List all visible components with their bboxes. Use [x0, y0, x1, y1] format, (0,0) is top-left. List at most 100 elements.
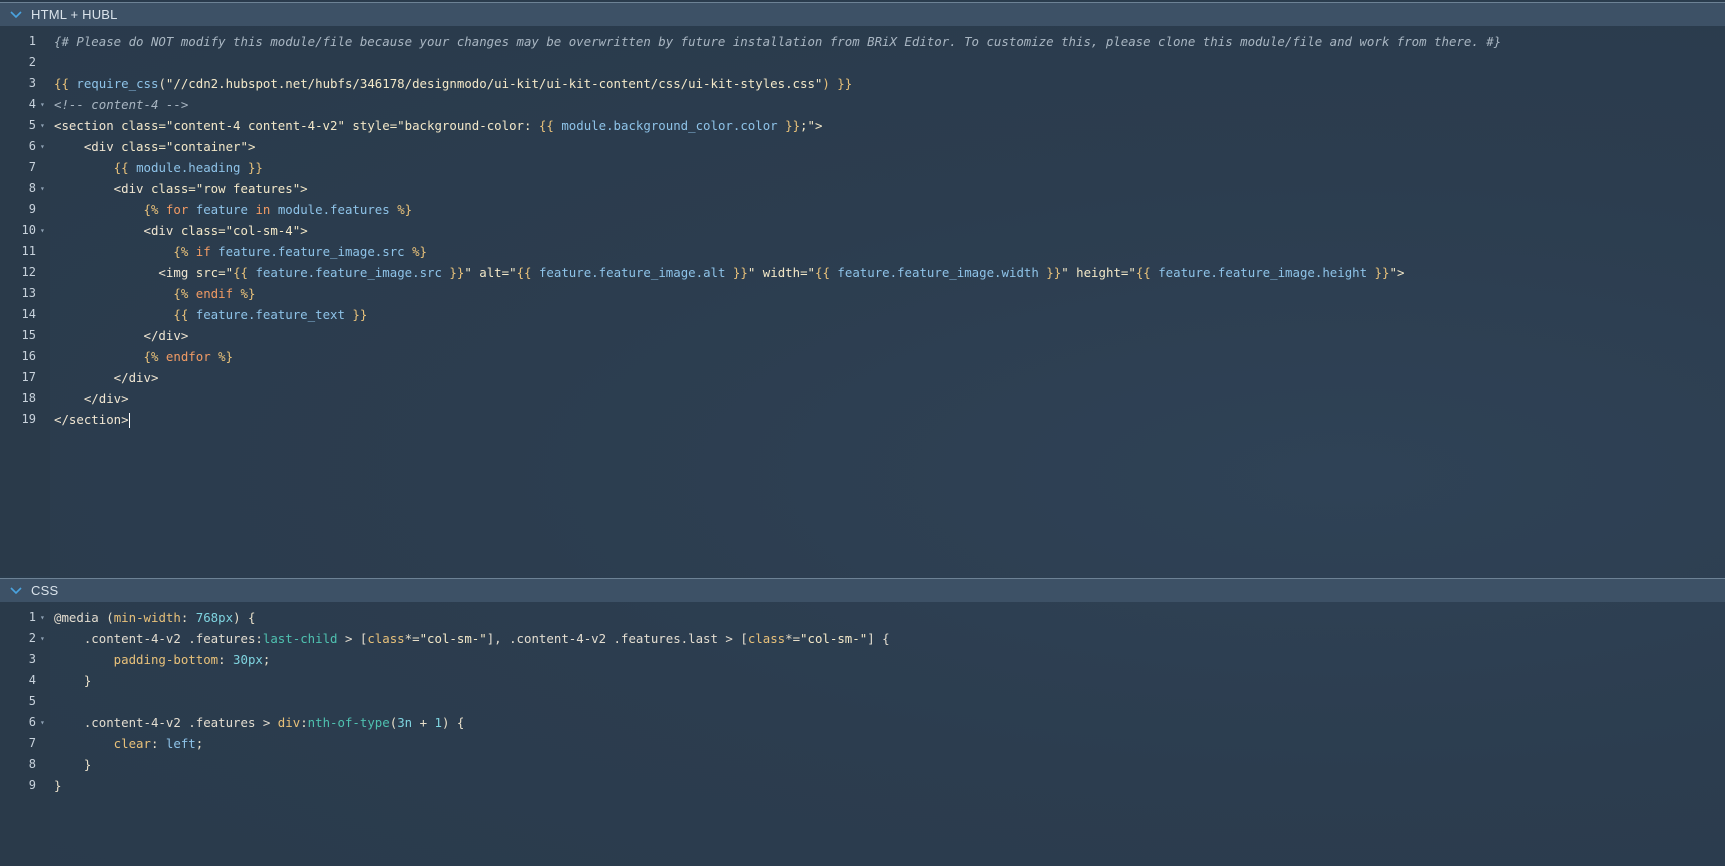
code-token: %} — [404, 244, 428, 259]
code-line[interactable]: 4 ▾ <!-- content-4 --> — [0, 94, 1725, 115]
fold-triangle-icon[interactable]: ▾ — [40, 178, 45, 199]
fold-triangle-icon[interactable]: ▾ — [40, 628, 45, 649]
code-line[interactable]: 7 clear: left; — [0, 733, 1725, 754]
code-token: div — [277, 715, 301, 730]
fold-triangle-icon[interactable]: ▾ — [40, 220, 45, 241]
line-number: 5 — [28, 694, 36, 708]
code-line[interactable]: 17 </div> — [0, 367, 1725, 388]
code-line[interactable]: 2 — [0, 52, 1725, 73]
code-line[interactable]: 5 — [0, 691, 1725, 712]
code-token: }} — [344, 307, 368, 322]
code-line[interactable]: 12 <img src="{{ feature.feature_image.sr… — [0, 262, 1725, 283]
code-line[interactable]: 9 {% for feature in module.features %} — [0, 199, 1725, 220]
code-line[interactable]: 2 ▾ .content-4-v2 .features:last-child > … — [0, 628, 1725, 649]
code-line[interactable]: 6 ▾ .content-4-v2 .features > div:nth-of-… — [0, 712, 1725, 733]
code-token: ] { — [867, 631, 890, 646]
code-line[interactable]: 14 {{ feature.feature_text }} — [0, 304, 1725, 325]
code-line[interactable]: 4 } — [0, 670, 1725, 691]
code-token: } — [54, 778, 62, 793]
css-code-editor[interactable]: 1 ▾ @media (min-width: 768px) { 2 ▾ .content… — [0, 602, 1725, 866]
code-text: @media (min-width: 768px) { — [54, 607, 255, 628]
line-number: 2 — [28, 55, 36, 69]
code-line[interactable]: 8 } — [0, 754, 1725, 775]
code-line[interactable]: 5 ▾ <section class="content-4 content-4-v2… — [0, 115, 1725, 136]
code-line[interactable]: 1 {# Please do NOT modify this module/fil… — [0, 31, 1725, 52]
code-token: feature.feature_image.src — [218, 244, 405, 259]
code-token: if — [195, 244, 219, 259]
code-token: " — [509, 265, 517, 280]
code-token: nth-of-type — [307, 715, 390, 730]
code-token: ( — [106, 610, 114, 625]
code-line[interactable]: 10 ▾ <div class="col-sm-4"> — [0, 220, 1725, 241]
code-token: endfor — [165, 349, 211, 364]
code-editor-page: HTML + HUBL 1 {# Please do NOT modify thi… — [0, 0, 1725, 866]
code-text: } — [54, 754, 91, 775]
code-line[interactable]: 15 </div> — [0, 325, 1725, 346]
code-token: "col-sm-" — [419, 631, 487, 646]
html-code-editor[interactable]: 1 {# Please do NOT modify this module/fil… — [0, 26, 1725, 576]
code-line[interactable]: 7 {{ module.heading }} — [0, 157, 1725, 178]
code-line[interactable]: 19 </section> — [0, 409, 1725, 430]
chevron-down-icon[interactable] — [7, 6, 25, 24]
line-number: 1 — [28, 610, 36, 624]
code-line[interactable]: 1 ▾ @media (min-width: 768px) { — [0, 607, 1725, 628]
code-text: {% endif %} — [54, 283, 255, 304]
code-line[interactable]: 18 </div> — [0, 388, 1725, 409]
code-token: .content-4-v2 .features > — [54, 715, 278, 730]
code-token: <img — [54, 265, 196, 280]
code-line[interactable]: 6 ▾ <div class="container"> — [0, 136, 1725, 157]
line-number: 9 — [28, 202, 36, 216]
fold-triangle-icon[interactable]: ▾ — [40, 712, 45, 733]
code-text: </section> — [54, 409, 130, 430]
code-token: {{ — [54, 76, 77, 91]
code-token: 1 — [434, 715, 442, 730]
css-panel-header[interactable]: CSS — [0, 578, 1725, 602]
html-panel-header[interactable]: HTML + HUBL — [0, 2, 1725, 26]
code-token: <!-- content-4 --> — [54, 97, 189, 112]
fold-triangle-icon[interactable]: ▾ — [40, 136, 45, 157]
code-text: .content-4-v2 .features > div:nth-of-typ… — [54, 712, 465, 733]
code-token: 3n — [397, 715, 413, 730]
code-token: : — [180, 610, 196, 625]
line-number: 19 — [21, 412, 36, 426]
line-number: 11 — [21, 244, 36, 258]
code-text: </div> — [54, 325, 189, 346]
line-number: 8 — [28, 757, 36, 771]
code-line[interactable]: 9} — [0, 775, 1725, 796]
code-token: " — [1061, 265, 1077, 280]
code-token: }} — [240, 160, 263, 175]
line-number: 7 — [28, 736, 36, 750]
code-token: ; — [195, 736, 204, 751]
code-line[interactable]: 13 {% endif %} — [0, 283, 1725, 304]
code-line[interactable]: 8 ▾ <div class="row features"> — [0, 178, 1725, 199]
css-panel-title: CSS — [31, 583, 59, 598]
code-token: .content-4-v2 .features — [54, 631, 256, 646]
code-token: "background-color: — [397, 118, 539, 133]
fold-triangle-icon[interactable]: ▾ — [40, 94, 45, 115]
code-token: alt= — [479, 265, 510, 280]
code-text: .content-4-v2 .features:last-child > [cl… — [54, 628, 890, 649]
code-token: padding-bottom — [54, 652, 219, 667]
code-text: <!-- content-4 --> — [54, 94, 188, 115]
code-token: "col-sm-4"> — [225, 223, 308, 238]
fold-triangle-icon[interactable]: ▾ — [40, 607, 45, 628]
code-token: </div> — [54, 391, 129, 406]
code-line[interactable]: 3 padding-bottom: 30px; — [0, 649, 1725, 670]
line-number: 2 — [28, 631, 36, 645]
code-text: {% endfor %} — [54, 346, 234, 367]
code-line[interactable]: 11 {% if feature.feature_image.src %} — [0, 241, 1725, 262]
line-number: 4 — [28, 97, 36, 111]
code-line[interactable]: 16 {% endfor %} — [0, 346, 1725, 367]
code-token: ], .content-4-v2 .features.last > [ — [486, 631, 748, 646]
code-line[interactable]: 3 {{ require_css("//cdn2.hubspot.net/hubf… — [0, 73, 1725, 94]
fold-triangle-icon[interactable]: ▾ — [40, 115, 45, 136]
code-token: min-width — [113, 610, 181, 625]
line-number: 12 — [21, 265, 36, 279]
chevron-down-icon[interactable] — [7, 582, 25, 600]
code-text: {% if feature.feature_image.src %} — [54, 241, 427, 262]
code-token: width= — [762, 265, 808, 280]
code-token: class= — [121, 118, 166, 133]
code-token: feature.feature_image.src — [255, 265, 442, 280]
line-number: 3 — [28, 652, 36, 666]
code-token: : — [255, 631, 263, 646]
